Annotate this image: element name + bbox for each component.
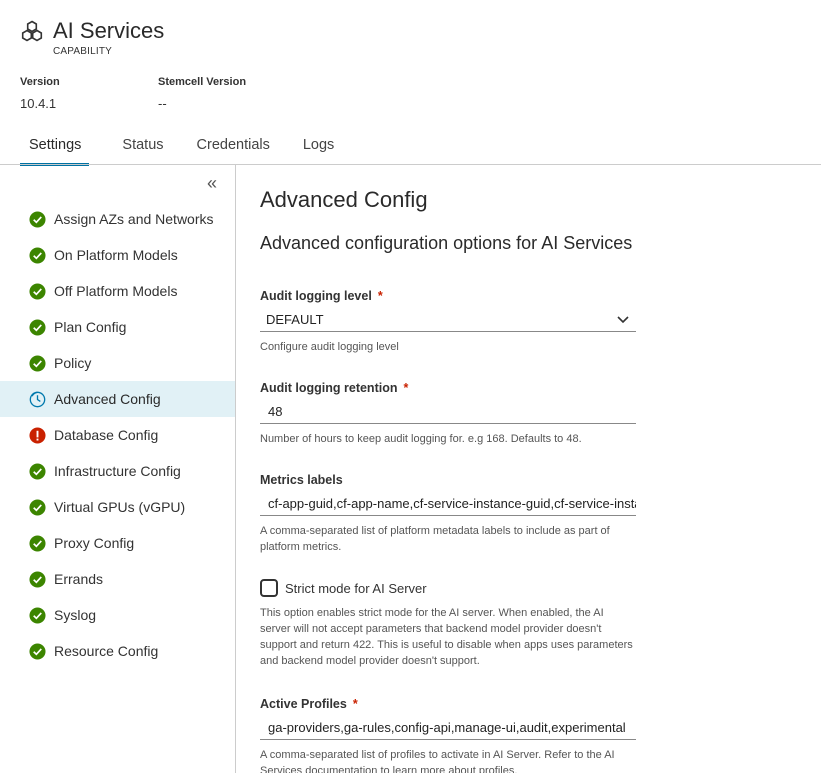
active-profiles-label: Active Profiles *: [260, 697, 636, 711]
section-subtitle: Advanced configuration options for AI Se…: [260, 233, 633, 253]
audit-logging-retention-field: Audit logging retention * 48 Number of ho…: [260, 381, 636, 447]
sidebar-item-label: Syslog: [54, 607, 97, 623]
audit-logging-level-label-text: Audit logging level: [260, 289, 372, 303]
success-check-icon: [29, 462, 46, 480]
section-title: Advanced Config: [260, 187, 428, 212]
sidebar-item-off-platform-models[interactable]: Off Platform Models: [0, 273, 235, 309]
strict-mode-help: This option enables strict mode for the …: [260, 607, 633, 667]
page-subtitle: CAPABILITY: [53, 46, 113, 57]
audit-logging-level-value: DEFAULT: [266, 312, 324, 327]
sidebar-item-resource-config[interactable]: Resource Config: [0, 633, 235, 669]
audit-logging-level-select[interactable]: DEFAULT: [260, 308, 636, 332]
error-alert-icon: [29, 426, 46, 444]
sidebar-item-label: Proxy Config: [54, 535, 135, 551]
sidebar-item-proxy-config[interactable]: Proxy Config: [0, 525, 235, 561]
sidebar-item-label: Policy: [54, 355, 92, 371]
sidebar-item-virtual-gpus-vgpu[interactable]: Virtual GPUs (vGPU): [0, 489, 235, 525]
tab-logs[interactable]: Logs: [303, 128, 334, 164]
page-title: AI Services: [53, 18, 165, 43]
version-value: 10.4.1: [20, 96, 57, 111]
sidebar-item-label: Assign AZs and Networks: [54, 211, 214, 227]
success-check-icon: [29, 570, 46, 588]
strict-mode-label: Strict mode for AI Server: [285, 580, 427, 596]
success-check-icon: [29, 210, 46, 228]
required-marker: *: [352, 697, 358, 711]
success-check-icon: [29, 282, 46, 300]
active-profiles-field: Active Profiles * ga-providers,ga-rules,c…: [260, 697, 636, 773]
sidebar-item-errands[interactable]: Errands: [0, 561, 235, 597]
title-row: AI Services: [20, 18, 164, 44]
sidebar-item-label: Virtual GPUs (vGPU): [54, 499, 186, 515]
hexagon-cluster-icon: [21, 20, 43, 42]
sidebar-item-label: Database Config: [54, 427, 159, 443]
success-check-icon: [29, 606, 46, 624]
audit-logging-retention-input[interactable]: 48: [260, 400, 636, 424]
sidebar-item-label: Plan Config: [54, 319, 127, 335]
success-check-icon: [29, 246, 46, 264]
tab-status[interactable]: Status: [122, 128, 163, 164]
sidebar-item-infrastructure-config[interactable]: Infrastructure Config: [0, 453, 235, 489]
active-profiles-help: A comma-separated list of profiles to ac…: [260, 749, 615, 773]
version-info: Version 10.4.1: [20, 76, 60, 111]
stemcell-label: Stemcell Version: [158, 76, 247, 88]
strict-mode-checkbox[interactable]: [260, 579, 278, 597]
sidebar-item-syslog[interactable]: Syslog: [0, 597, 235, 633]
audit-logging-level-help: Configure audit logging level: [260, 341, 399, 353]
sidebar-item-policy[interactable]: Policy: [0, 345, 235, 381]
version-label: Version: [20, 76, 60, 88]
sidebar-item-on-platform-models[interactable]: On Platform Models: [0, 237, 235, 273]
required-marker: *: [377, 289, 383, 303]
audit-logging-retention-label: Audit logging retention *: [260, 381, 636, 395]
success-check-icon: [29, 642, 46, 660]
sidebar-item-plan-config[interactable]: Plan Config: [0, 309, 235, 345]
strict-mode-help-container: This option enables strict mode for the …: [260, 605, 636, 669]
metrics-labels-label: Metrics labels: [260, 473, 343, 487]
audit-logging-retention-help: Number of hours to keep audit logging fo…: [260, 433, 582, 445]
metrics-labels-field: Metrics labels cf-app-guid,cf-app-name,c…: [260, 473, 636, 555]
stemcell-value: --: [158, 96, 167, 111]
sidebar-item-label: Infrastructure Config: [54, 463, 181, 479]
sidebar-item-label: Off Platform Models: [54, 283, 178, 299]
active-profiles-input[interactable]: ga-providers,ga-rules,config-api,manage-…: [260, 716, 636, 740]
strict-mode-row: Strict mode for AI Server: [260, 579, 427, 597]
success-check-icon: [29, 354, 46, 372]
stemcell-info: Stemcell Version --: [158, 76, 246, 111]
sidebar-item-label: Resource Config: [54, 643, 159, 659]
sidebar-item-label: Advanced Config: [54, 391, 161, 407]
success-check-icon: [29, 498, 46, 516]
main-content: Advanced Config Advanced configuration o…: [260, 165, 800, 773]
success-check-icon: [29, 534, 46, 552]
audit-logging-level-label: Audit logging level *: [260, 289, 636, 303]
sidebar-item-label: On Platform Models: [54, 247, 178, 263]
sidebar-nav: Assign AZs and Networks On Platform Model…: [0, 201, 235, 669]
in-progress-clock-icon: [29, 391, 46, 407]
success-check-icon: [29, 318, 46, 336]
metrics-labels-input[interactable]: cf-app-guid,cf-app-name,cf-service-insta…: [260, 492, 636, 516]
sidebar: « Assign AZs and Networks On Platform Mod…: [0, 165, 236, 773]
tab-credentials[interactable]: Credentials: [197, 128, 270, 164]
chevron-down-icon: [617, 315, 629, 323]
audit-logging-level-field: Audit logging level * DEFAULT Configure a…: [260, 289, 636, 355]
sidebar-item-label: Errands: [54, 571, 104, 587]
audit-logging-retention-label-text: Audit logging retention: [260, 381, 398, 395]
required-marker: *: [403, 381, 409, 395]
sidebar-item-advanced-config[interactable]: Advanced Config: [0, 381, 235, 417]
tab-settings[interactable]: Settings: [20, 128, 90, 166]
sidebar-item-database-config[interactable]: Database Config: [0, 417, 235, 453]
active-profiles-label-text: Active Profiles: [260, 697, 347, 711]
sidebar-item-assign-azs-and-networks[interactable]: Assign AZs and Networks: [0, 201, 235, 237]
page-header: AI Services CAPABILITY Version 10.4.1 St…: [0, 0, 821, 166]
metrics-labels-help: A comma-separated list of platform metad…: [260, 525, 610, 553]
tab-bar: Settings Status Credentials Logs: [20, 128, 367, 166]
collapse-sidebar-icon[interactable]: «: [207, 173, 217, 194]
